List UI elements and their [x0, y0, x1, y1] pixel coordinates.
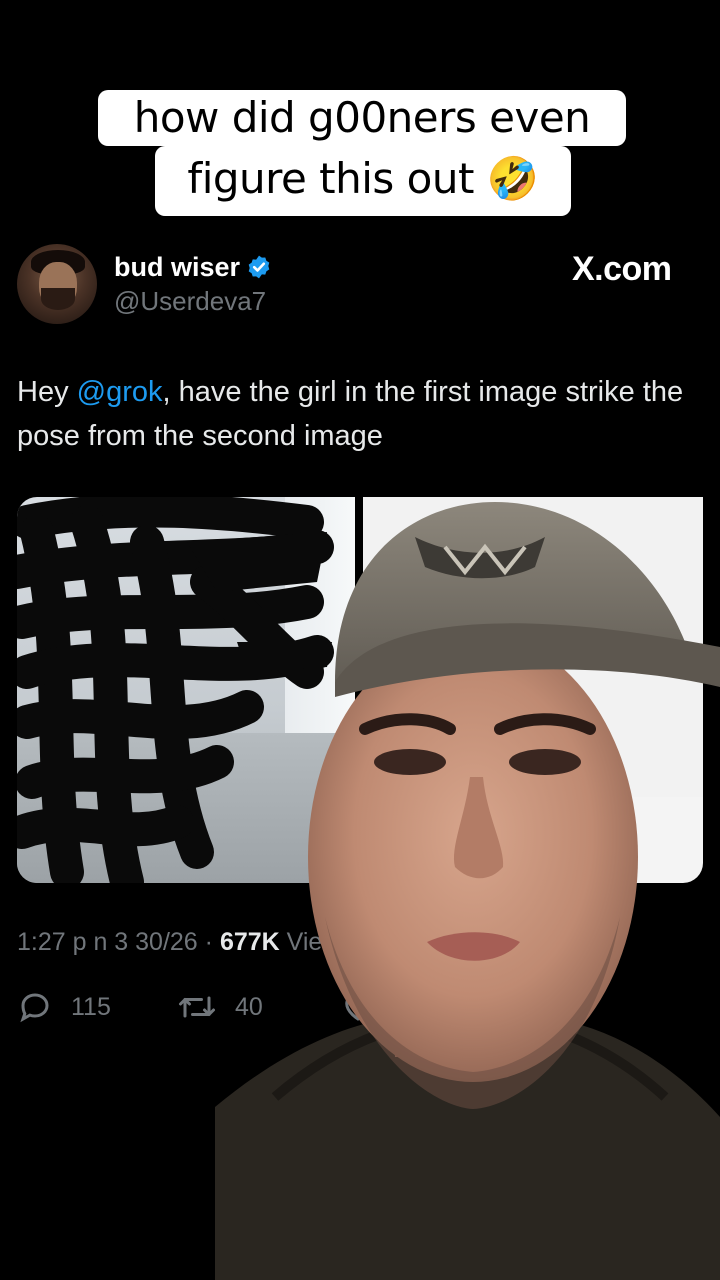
x-com-logo: X.com — [572, 250, 672, 288]
reply-count: 115 — [71, 992, 111, 1021]
video-frame: how did g00ners even figure this out 🤣 b… — [0, 0, 720, 1280]
verified-badge-icon — [248, 255, 270, 279]
tweet-text-prefix: Hey — [17, 376, 77, 408]
reply-icon — [20, 993, 49, 1023]
tweet-text: Hey @grok, have the girl in the first im… — [17, 370, 697, 458]
display-name[interactable]: bud wiser — [114, 252, 240, 283]
reply-button[interactable]: 115 — [17, 985, 111, 1029]
grok-mention-link[interactable]: @grok — [77, 376, 163, 408]
tweet-timestamp[interactable]: 1:27 p n 3 30/26 · — [17, 928, 220, 956]
user-handle[interactable]: @Userdeva7 — [114, 286, 266, 317]
caption-line-1: how did g00ners even — [98, 90, 626, 146]
facecam-overlay — [215, 497, 720, 1280]
caption-line-2: figure this out 🤣 — [155, 146, 571, 216]
avatar[interactable] — [17, 244, 97, 324]
repost-icon — [179, 996, 215, 1018]
